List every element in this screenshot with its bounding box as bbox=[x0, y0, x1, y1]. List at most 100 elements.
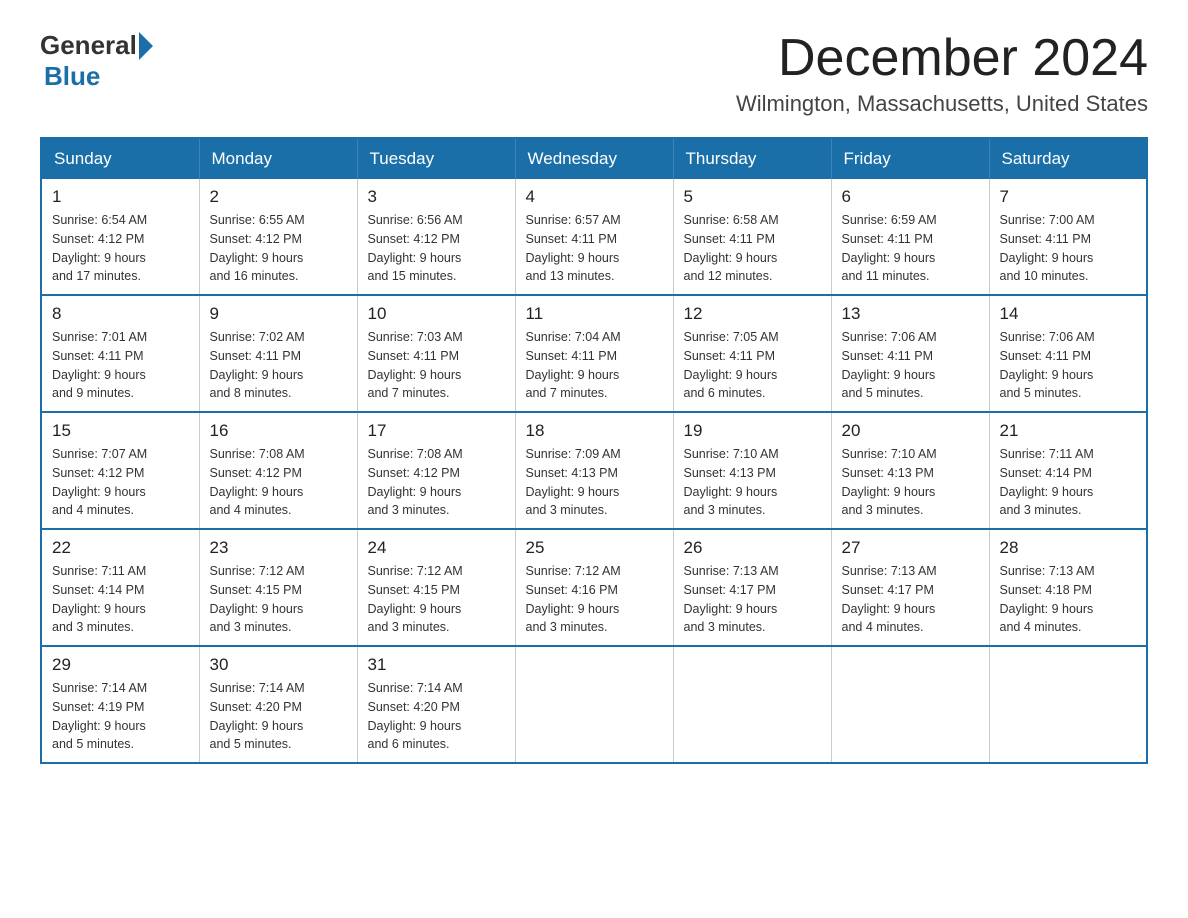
day-number: 2 bbox=[210, 187, 347, 207]
day-number: 20 bbox=[842, 421, 979, 441]
calendar-cell bbox=[831, 646, 989, 763]
day-info: Sunrise: 7:04 AM Sunset: 4:11 PM Dayligh… bbox=[526, 328, 663, 403]
day-info: Sunrise: 7:09 AM Sunset: 4:13 PM Dayligh… bbox=[526, 445, 663, 520]
title-area: December 2024 Wilmington, Massachusetts,… bbox=[736, 30, 1148, 117]
page-title: December 2024 bbox=[736, 30, 1148, 87]
day-number: 4 bbox=[526, 187, 663, 207]
calendar-cell: 8 Sunrise: 7:01 AM Sunset: 4:11 PM Dayli… bbox=[41, 295, 199, 412]
day-info: Sunrise: 7:13 AM Sunset: 4:17 PM Dayligh… bbox=[842, 562, 979, 637]
day-info: Sunrise: 7:05 AM Sunset: 4:11 PM Dayligh… bbox=[684, 328, 821, 403]
calendar-header-saturday: Saturday bbox=[989, 138, 1147, 179]
calendar-cell: 12 Sunrise: 7:05 AM Sunset: 4:11 PM Dayl… bbox=[673, 295, 831, 412]
day-number: 1 bbox=[52, 187, 189, 207]
calendar-cell: 26 Sunrise: 7:13 AM Sunset: 4:17 PM Dayl… bbox=[673, 529, 831, 646]
calendar-header-monday: Monday bbox=[199, 138, 357, 179]
day-info: Sunrise: 7:11 AM Sunset: 4:14 PM Dayligh… bbox=[52, 562, 189, 637]
logo: General Blue bbox=[40, 30, 155, 92]
day-number: 13 bbox=[842, 304, 979, 324]
calendar-cell: 24 Sunrise: 7:12 AM Sunset: 4:15 PM Dayl… bbox=[357, 529, 515, 646]
day-number: 11 bbox=[526, 304, 663, 324]
day-info: Sunrise: 7:10 AM Sunset: 4:13 PM Dayligh… bbox=[684, 445, 821, 520]
day-number: 28 bbox=[1000, 538, 1137, 558]
calendar-cell: 22 Sunrise: 7:11 AM Sunset: 4:14 PM Dayl… bbox=[41, 529, 199, 646]
day-number: 27 bbox=[842, 538, 979, 558]
calendar-cell: 13 Sunrise: 7:06 AM Sunset: 4:11 PM Dayl… bbox=[831, 295, 989, 412]
calendar-cell: 31 Sunrise: 7:14 AM Sunset: 4:20 PM Dayl… bbox=[357, 646, 515, 763]
day-number: 16 bbox=[210, 421, 347, 441]
calendar-week-row: 1 Sunrise: 6:54 AM Sunset: 4:12 PM Dayli… bbox=[41, 179, 1147, 295]
calendar-cell: 4 Sunrise: 6:57 AM Sunset: 4:11 PM Dayli… bbox=[515, 179, 673, 295]
day-info: Sunrise: 7:06 AM Sunset: 4:11 PM Dayligh… bbox=[1000, 328, 1137, 403]
calendar-header-thursday: Thursday bbox=[673, 138, 831, 179]
day-number: 7 bbox=[1000, 187, 1137, 207]
day-info: Sunrise: 7:08 AM Sunset: 4:12 PM Dayligh… bbox=[210, 445, 347, 520]
calendar-cell: 11 Sunrise: 7:04 AM Sunset: 4:11 PM Dayl… bbox=[515, 295, 673, 412]
day-info: Sunrise: 6:57 AM Sunset: 4:11 PM Dayligh… bbox=[526, 211, 663, 286]
day-number: 31 bbox=[368, 655, 505, 675]
page-header: General Blue December 2024 Wilmington, M… bbox=[40, 30, 1148, 117]
day-number: 14 bbox=[1000, 304, 1137, 324]
day-info: Sunrise: 6:58 AM Sunset: 4:11 PM Dayligh… bbox=[684, 211, 821, 286]
day-number: 5 bbox=[684, 187, 821, 207]
calendar-header-row: SundayMondayTuesdayWednesdayThursdayFrid… bbox=[41, 138, 1147, 179]
calendar-week-row: 8 Sunrise: 7:01 AM Sunset: 4:11 PM Dayli… bbox=[41, 295, 1147, 412]
day-info: Sunrise: 7:02 AM Sunset: 4:11 PM Dayligh… bbox=[210, 328, 347, 403]
day-number: 19 bbox=[684, 421, 821, 441]
calendar-cell: 15 Sunrise: 7:07 AM Sunset: 4:12 PM Dayl… bbox=[41, 412, 199, 529]
logo-general-text: General bbox=[40, 30, 137, 61]
day-info: Sunrise: 7:14 AM Sunset: 4:20 PM Dayligh… bbox=[368, 679, 505, 754]
day-number: 21 bbox=[1000, 421, 1137, 441]
calendar-header-friday: Friday bbox=[831, 138, 989, 179]
calendar-cell bbox=[515, 646, 673, 763]
calendar-cell: 23 Sunrise: 7:12 AM Sunset: 4:15 PM Dayl… bbox=[199, 529, 357, 646]
calendar-cell: 6 Sunrise: 6:59 AM Sunset: 4:11 PM Dayli… bbox=[831, 179, 989, 295]
day-info: Sunrise: 7:14 AM Sunset: 4:19 PM Dayligh… bbox=[52, 679, 189, 754]
day-number: 23 bbox=[210, 538, 347, 558]
day-number: 25 bbox=[526, 538, 663, 558]
day-info: Sunrise: 7:01 AM Sunset: 4:11 PM Dayligh… bbox=[52, 328, 189, 403]
day-info: Sunrise: 6:59 AM Sunset: 4:11 PM Dayligh… bbox=[842, 211, 979, 286]
calendar-cell: 27 Sunrise: 7:13 AM Sunset: 4:17 PM Dayl… bbox=[831, 529, 989, 646]
calendar-cell: 29 Sunrise: 7:14 AM Sunset: 4:19 PM Dayl… bbox=[41, 646, 199, 763]
calendar-cell: 20 Sunrise: 7:10 AM Sunset: 4:13 PM Dayl… bbox=[831, 412, 989, 529]
calendar-cell: 14 Sunrise: 7:06 AM Sunset: 4:11 PM Dayl… bbox=[989, 295, 1147, 412]
day-number: 29 bbox=[52, 655, 189, 675]
day-info: Sunrise: 6:54 AM Sunset: 4:12 PM Dayligh… bbox=[52, 211, 189, 286]
day-info: Sunrise: 7:07 AM Sunset: 4:12 PM Dayligh… bbox=[52, 445, 189, 520]
calendar-cell: 10 Sunrise: 7:03 AM Sunset: 4:11 PM Dayl… bbox=[357, 295, 515, 412]
day-info: Sunrise: 7:12 AM Sunset: 4:16 PM Dayligh… bbox=[526, 562, 663, 637]
day-number: 18 bbox=[526, 421, 663, 441]
day-number: 22 bbox=[52, 538, 189, 558]
day-number: 8 bbox=[52, 304, 189, 324]
day-number: 9 bbox=[210, 304, 347, 324]
calendar-header-wednesday: Wednesday bbox=[515, 138, 673, 179]
day-number: 15 bbox=[52, 421, 189, 441]
calendar-week-row: 15 Sunrise: 7:07 AM Sunset: 4:12 PM Dayl… bbox=[41, 412, 1147, 529]
day-number: 24 bbox=[368, 538, 505, 558]
calendar-cell: 30 Sunrise: 7:14 AM Sunset: 4:20 PM Dayl… bbox=[199, 646, 357, 763]
calendar-cell bbox=[673, 646, 831, 763]
day-info: Sunrise: 7:12 AM Sunset: 4:15 PM Dayligh… bbox=[210, 562, 347, 637]
calendar-cell: 9 Sunrise: 7:02 AM Sunset: 4:11 PM Dayli… bbox=[199, 295, 357, 412]
day-number: 17 bbox=[368, 421, 505, 441]
calendar-cell: 18 Sunrise: 7:09 AM Sunset: 4:13 PM Dayl… bbox=[515, 412, 673, 529]
day-number: 6 bbox=[842, 187, 979, 207]
calendar-header-sunday: Sunday bbox=[41, 138, 199, 179]
day-info: Sunrise: 7:12 AM Sunset: 4:15 PM Dayligh… bbox=[368, 562, 505, 637]
calendar-cell: 1 Sunrise: 6:54 AM Sunset: 4:12 PM Dayli… bbox=[41, 179, 199, 295]
page-subtitle: Wilmington, Massachusetts, United States bbox=[736, 91, 1148, 117]
day-number: 10 bbox=[368, 304, 505, 324]
day-info: Sunrise: 7:13 AM Sunset: 4:18 PM Dayligh… bbox=[1000, 562, 1137, 637]
calendar-cell: 16 Sunrise: 7:08 AM Sunset: 4:12 PM Dayl… bbox=[199, 412, 357, 529]
calendar-cell: 21 Sunrise: 7:11 AM Sunset: 4:14 PM Dayl… bbox=[989, 412, 1147, 529]
calendar-header-tuesday: Tuesday bbox=[357, 138, 515, 179]
day-info: Sunrise: 7:11 AM Sunset: 4:14 PM Dayligh… bbox=[1000, 445, 1137, 520]
day-info: Sunrise: 6:56 AM Sunset: 4:12 PM Dayligh… bbox=[368, 211, 505, 286]
calendar-cell: 19 Sunrise: 7:10 AM Sunset: 4:13 PM Dayl… bbox=[673, 412, 831, 529]
calendar-cell bbox=[989, 646, 1147, 763]
day-info: Sunrise: 7:08 AM Sunset: 4:12 PM Dayligh… bbox=[368, 445, 505, 520]
calendar-cell: 7 Sunrise: 7:00 AM Sunset: 4:11 PM Dayli… bbox=[989, 179, 1147, 295]
day-info: Sunrise: 7:10 AM Sunset: 4:13 PM Dayligh… bbox=[842, 445, 979, 520]
day-number: 26 bbox=[684, 538, 821, 558]
calendar-cell: 3 Sunrise: 6:56 AM Sunset: 4:12 PM Dayli… bbox=[357, 179, 515, 295]
